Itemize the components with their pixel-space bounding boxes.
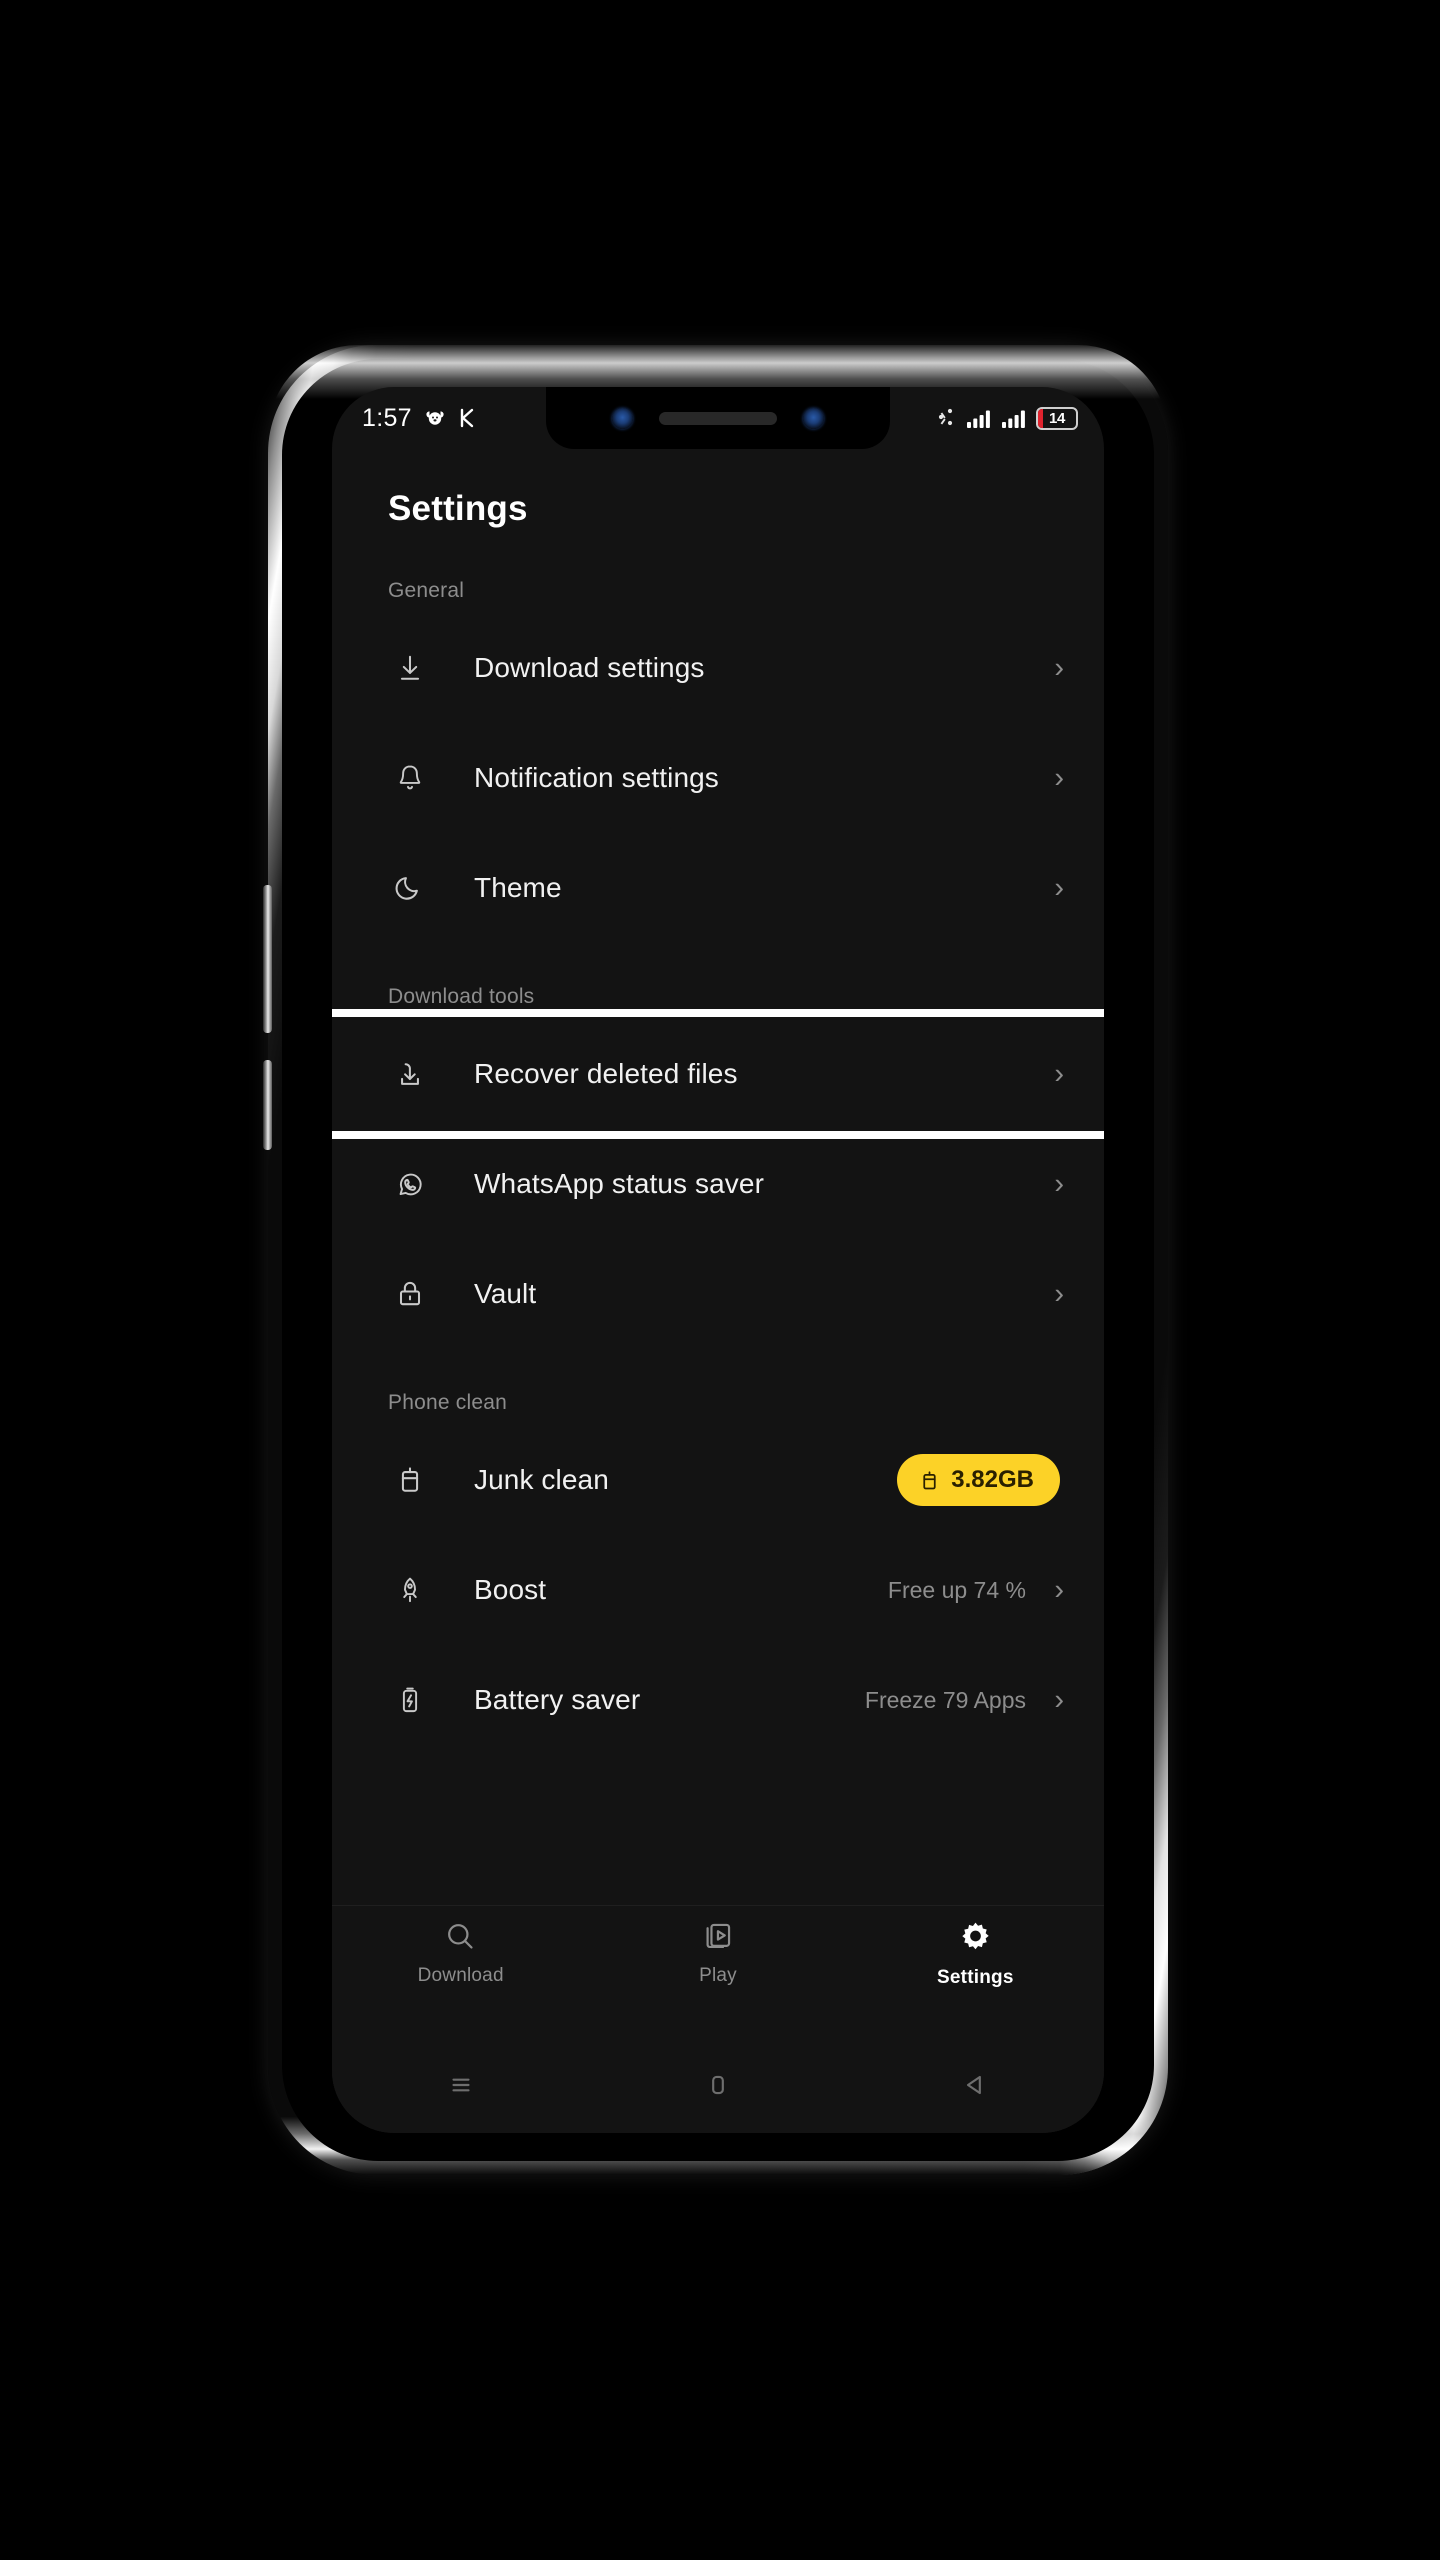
settings-row-download-settings[interactable]: Download settings › [332,613,1104,723]
settings-row-notification-settings[interactable]: Notification settings › [332,723,1104,833]
bottom-tab-bar: Download Play Settings [332,1905,1104,2037]
power-button[interactable] [263,1060,272,1150]
tab-settings[interactable]: Settings [847,1920,1104,1989]
display-notch [546,387,890,449]
k-app-icon [458,406,478,430]
section-header-general: General [388,579,465,602]
highlighted-row-wrapper: Recover deleted files › [332,1009,1104,1139]
search-icon [444,1920,477,1953]
home-button[interactable] [673,2055,763,2115]
boost-status-value: Free up 74 % [887,1576,1026,1603]
tab-label: Settings [937,1967,1014,1988]
tab-label: Play [699,1965,737,1986]
whatsapp-icon [388,1162,432,1206]
settings-row-label: Download settings [474,652,705,683]
settings-list: General Download settings › Notification… [332,529,1104,1905]
settings-row-junk-clean[interactable]: Junk clean 3.82GB [332,1425,1104,1535]
page-title: Settings [388,489,528,528]
rocket-icon [388,1568,432,1612]
back-triangle-icon [960,2070,990,2100]
settings-screen: Settings General Download settings › Not… [332,449,1104,2133]
hamburger-icon [446,2070,476,2100]
video-stack-icon [701,1920,734,1953]
proximity-sensor-icon [803,407,824,429]
junk-size-value: 3.82GB [951,1466,1034,1493]
bell-icon [388,756,432,800]
chevron-right-icon: › [1054,761,1064,794]
tab-play[interactable]: Play [589,1920,846,1987]
settings-row-label: Recover deleted files [474,1058,738,1089]
data-share-icon [935,406,957,430]
battery-percent: 14 [1048,409,1066,427]
screenshot-stage: 1:57 14 Settings General Download settin… [0,0,1440,2560]
trash-bin-icon [388,1458,432,1502]
trash-bin-icon [919,1470,940,1491]
rounded-square-icon [703,2070,733,2100]
settings-row-recover-deleted-files[interactable]: Recover deleted files › [332,1019,1104,1129]
lock-icon [388,1272,432,1316]
chevron-right-icon: › [1054,651,1064,684]
settings-row-label: Notification settings [474,762,719,793]
download-icon [388,646,432,690]
signal-bars-icon [1001,407,1027,429]
gear-icon [958,1920,993,1955]
settings-row-label: Theme [474,872,562,903]
junk-size-badge[interactable]: 3.82GB [897,1454,1060,1506]
moon-icon [388,866,432,910]
status-bar-left: 1:57 [362,403,478,432]
battery-indicator: 14 [1036,406,1078,430]
android-nav-bar [332,2037,1104,2133]
status-bar-right: 14 [935,406,1078,430]
section-header-phone-clean: Phone clean [388,1391,507,1414]
settings-row-label: Vault [474,1278,537,1309]
tab-label: Download [417,1965,504,1986]
chevron-right-icon: › [1054,1683,1064,1716]
settings-row-label: Junk clean [474,1464,609,1495]
chevron-right-icon: › [1054,1573,1064,1606]
chevron-right-icon: › [1054,1277,1064,1310]
phone-screen: 1:57 14 Settings General Download settin… [332,387,1104,2133]
settings-row-label: Boost [474,1574,547,1605]
settings-row-battery-saver[interactable]: Battery saver Freeze 79 Apps › [332,1645,1104,1755]
earpiece-speaker [659,411,777,425]
signal-bars-icon [966,407,992,429]
dog-headphones-icon [423,406,447,430]
settings-row-label: WhatsApp status saver [474,1168,765,1199]
volume-button[interactable] [263,885,272,1033]
settings-row-whatsapp-status-saver[interactable]: WhatsApp status saver › [332,1129,1104,1239]
status-bar-clock: 1:57 [362,403,412,432]
chevron-right-icon: › [1054,1057,1064,1090]
chevron-right-icon: › [1054,1167,1064,1200]
settings-row-label: Battery saver [474,1684,641,1715]
settings-row-boost[interactable]: Boost Free up 74 % › [332,1535,1104,1645]
front-camera-icon [612,407,633,429]
back-button[interactable] [930,2055,1020,2115]
settings-row-theme[interactable]: Theme › [332,833,1104,943]
battery-bolt-icon [388,1678,432,1722]
chevron-right-icon: › [1054,871,1064,904]
recents-button[interactable] [416,2055,506,2115]
recover-download-icon [388,1052,432,1096]
settings-row-vault[interactable]: Vault › [332,1239,1104,1349]
tab-download[interactable]: Download [332,1920,589,1987]
battery-saver-status-value: Freeze 79 Apps [864,1686,1026,1713]
section-header-download-tools: Download tools [388,985,535,1008]
